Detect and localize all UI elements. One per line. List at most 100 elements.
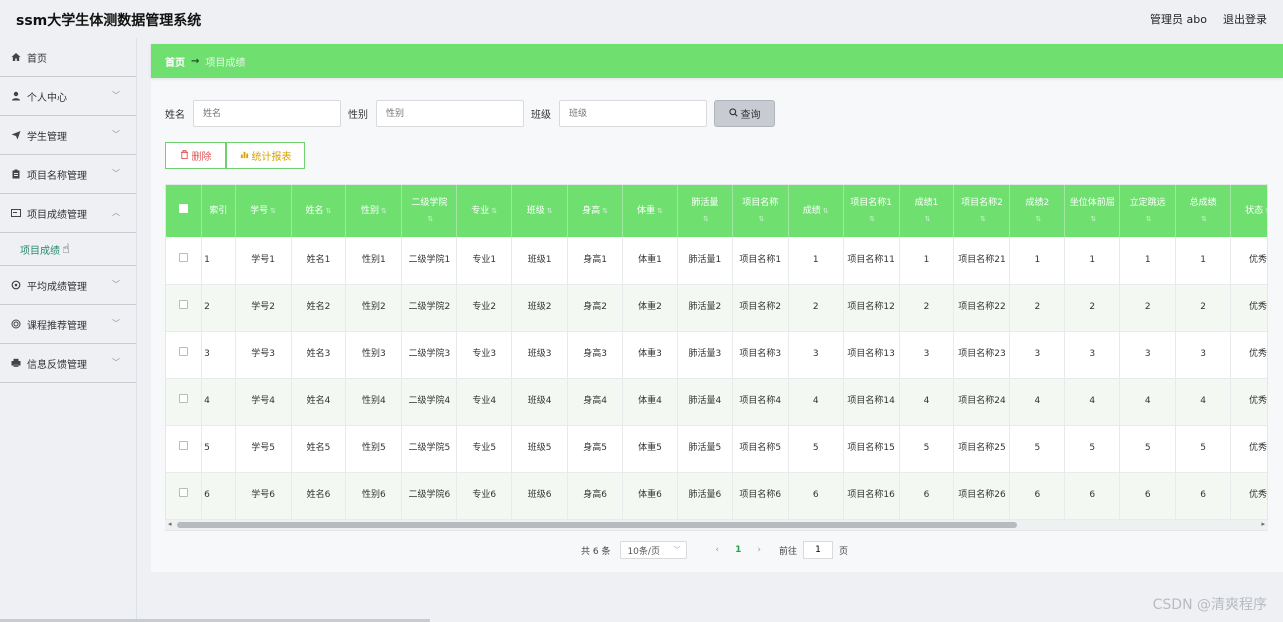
table-row[interactable]: 2 学号2 姓名2 性别2 二级学院2 专业2 班级2 身高2 体重2 肺活量2 项目名称2 2 项目名… (166, 284, 1267, 332)
sidebar-item-project-score-management[interactable]: 项目成绩管理 ︿ (0, 194, 136, 233)
table-cell: 2 (201, 284, 236, 332)
row-checkbox[interactable] (179, 252, 189, 262)
sidebar-item-course-recommend-management[interactable]: 课程推荐管理 ﹀ (0, 305, 136, 344)
row-checkbox[interactable] (179, 300, 189, 309)
column-header[interactable]: 立定跳远 ⇅ (1119, 185, 1177, 237)
table-cell: 专业6 (456, 472, 513, 520)
name-input[interactable] (193, 100, 341, 127)
table-cell: 4 (201, 378, 236, 426)
select-all-header[interactable] (166, 185, 203, 237)
column-header[interactable]: 性别 ⇅ (345, 185, 403, 237)
table-cell: 5 (201, 425, 236, 473)
column-header[interactable]: 身高 ⇅ (567, 185, 624, 237)
table-cell: 二级学院6 (401, 472, 458, 520)
breadcrumb-home[interactable]: 首页 (165, 54, 185, 69)
page-number-1[interactable]: 1 (735, 545, 741, 555)
row-select-cell[interactable] (166, 331, 203, 379)
table-cell: 性别4 (345, 378, 403, 426)
scrollbar-thumb[interactable] (177, 522, 1017, 528)
chevron-up-icon: ︿ (112, 208, 120, 217)
delete-button[interactable]: 删除 (165, 142, 226, 169)
chevron-down-icon: ﹀ (112, 130, 120, 139)
column-header[interactable]: 状态⇅ (1230, 185, 1267, 237)
sidebar-item-personal-center[interactable]: 个人中心 ﹀ (0, 77, 136, 116)
scroll-left-arrow-icon[interactable]: ◂ (168, 520, 172, 528)
column-header[interactable]: 项目名称2 ⇅ (953, 185, 1011, 237)
sidebar-item-home[interactable]: 首页 (0, 38, 136, 77)
table-cell: 体重2 (622, 284, 678, 332)
row-select-cell[interactable] (166, 284, 203, 332)
table-cell: 3 (1064, 331, 1121, 379)
table-row[interactable]: 3 学号3 姓名3 性别3 二级学院3 专业3 班级3 身高3 体重3 肺活量3 项目名称3 3 项目名… (166, 331, 1267, 379)
sort-icon: ⇅ (980, 215, 986, 223)
page-size-select[interactable]: 10条/页 ﹀ (620, 541, 688, 559)
row-select-cell[interactable] (166, 472, 203, 520)
column-header[interactable]: 姓名 ⇅ (291, 185, 347, 237)
table-cell: 身高3 (567, 331, 624, 379)
table-cell: 性别1 (345, 237, 403, 285)
sidebar-item-average-score-management[interactable]: 平均成绩管理 ﹀ (0, 266, 136, 305)
table-cell: 身高4 (567, 378, 624, 426)
table-cell: 班级2 (511, 284, 569, 332)
sidebar-item-student-management[interactable]: 学生管理 ﹀ (0, 116, 136, 155)
table-cell: 5 (1009, 425, 1066, 473)
horizontal-scrollbar[interactable]: ◂ ▸ (165, 520, 1268, 530)
row-select-cell[interactable] (166, 378, 203, 426)
table-cell: 专业3 (456, 331, 513, 379)
sidebar-item-label: 信息反馈管理 (27, 359, 87, 371)
sidebar-item-feedback-management[interactable]: 信息反馈管理 ﹀ (0, 344, 136, 383)
table-cell: 项目名称25 (953, 425, 1011, 473)
table-row[interactable]: 1 学号1 姓名1 性别1 二级学院1 专业1 班级1 身高1 体重1 肺活量1 项目名称1 1 项目名… (166, 237, 1267, 285)
table-row[interactable]: 5 学号5 姓名5 性别5 二级学院5 专业5 班级5 身高5 体重5 肺活量5 项目名称5 5 项目名… (166, 425, 1267, 473)
logout-link[interactable]: 退出登录 (1223, 11, 1267, 27)
table-cell: 6 (1119, 472, 1177, 520)
class-label: 班级 (531, 110, 551, 121)
stats-report-button[interactable]: 统计报表 (226, 142, 305, 169)
class-input[interactable] (559, 100, 707, 127)
breadcrumb-arrow: → (191, 55, 200, 67)
table-cell: 学号4 (235, 378, 292, 426)
column-header[interactable]: 成绩1 ⇅ (899, 185, 955, 237)
table-row[interactable]: 6 学号6 姓名6 性别6 二级学院6 专业6 班级6 身高6 体重6 肺活量6 项目名称6 6 项目名… (166, 472, 1267, 520)
column-header[interactable]: 项目名称1 ⇅ (843, 185, 900, 237)
column-header[interactable]: 二级学院 ⇅ (401, 185, 458, 237)
column-header[interactable]: 班级 ⇅ (511, 185, 569, 237)
column-header[interactable]: 成绩2 ⇅ (1009, 185, 1066, 237)
trash-icon (180, 149, 189, 162)
row-checkbox[interactable] (179, 347, 189, 356)
column-header[interactable]: 肺活量 ⇅ (677, 185, 733, 237)
column-header[interactable]: 坐位体前屈⇅ (1064, 185, 1121, 237)
prev-page-button[interactable]: ‹ (715, 545, 719, 555)
row-checkbox[interactable] (179, 394, 189, 403)
mail-icon (10, 208, 21, 219)
column-header[interactable]: 专业 ⇅ (456, 185, 513, 237)
sort-icon: ⇅ (1035, 215, 1042, 223)
gender-input[interactable] (376, 100, 524, 127)
table-cell: 1 (1064, 237, 1121, 285)
column-header[interactable]: 体重 ⇅ (622, 185, 678, 237)
column-header[interactable]: 总成绩 ⇅ (1175, 185, 1232, 237)
pagination-total: 共 6 条 (581, 546, 611, 557)
row-checkbox[interactable] (179, 488, 189, 497)
column-header[interactable]: 项目名称 ⇅ (732, 185, 789, 237)
search-button[interactable]: 查询 (714, 100, 775, 127)
sidebar-subitem-project-score[interactable]: 项目成绩 ☝ (0, 233, 136, 266)
next-page-button[interactable]: › (757, 545, 761, 555)
table-cell: 2 (1009, 284, 1066, 332)
scroll-right-arrow-icon[interactable]: ▸ (1261, 520, 1265, 528)
select-all-checkbox[interactable] (179, 204, 189, 213)
table-cell: 5 (788, 425, 844, 473)
table-cell: 肺活量6 (677, 472, 733, 520)
table-cell: 2 (899, 284, 955, 332)
page-size-value: 10条/页 (627, 546, 660, 557)
table-row[interactable]: 4 学号4 姓名4 性别4 二级学院4 专业4 班级4 身高4 体重4 肺活量4 项目名称4 4 项目名… (166, 378, 1267, 426)
header-right: 管理员 abo 退出登录 (1150, 11, 1267, 27)
column-header[interactable]: 成绩 ⇅ (788, 185, 844, 237)
goto-page-input[interactable] (802, 541, 833, 559)
column-header[interactable]: 学号 ⇅ (235, 185, 292, 237)
row-checkbox[interactable] (179, 441, 189, 450)
sidebar-item-project-name-management[interactable]: 项目名称管理 ﹀ (0, 155, 136, 194)
row-select-cell[interactable] (166, 237, 203, 285)
user-label[interactable]: 管理员 abo (1150, 11, 1207, 27)
row-select-cell[interactable] (166, 425, 203, 473)
